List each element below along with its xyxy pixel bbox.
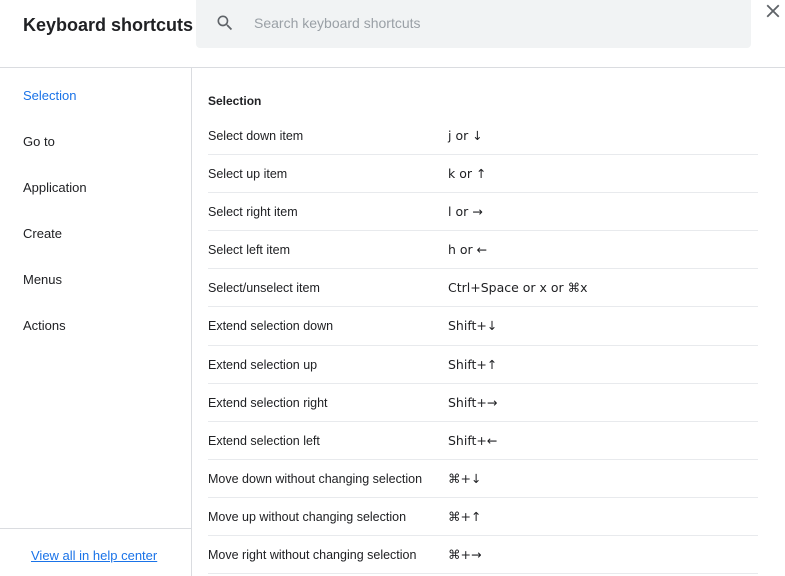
shortcut-action: Extend selection down xyxy=(208,319,334,334)
shortcut-action: Select/unselect item xyxy=(208,281,320,296)
shortcut-action: Select up item xyxy=(208,167,288,182)
section-title: Selection xyxy=(208,94,262,108)
shortcut-row: Move up without changing selection ⌘+↑ xyxy=(208,498,758,537)
shortcut-keys: ⌘+↓ xyxy=(448,470,482,486)
shortcut-keys: Shift+↓ xyxy=(448,318,498,334)
shortcut-keys: Ctrl+Space or x or ⌘x xyxy=(448,280,588,296)
shortcut-keys: ⌘+↑ xyxy=(448,508,482,524)
shortcuts-panel: Selection Select down item j or ↓ Select… xyxy=(192,68,785,576)
dialog-header: Keyboard shortcuts xyxy=(0,0,785,68)
shortcut-action: Move down without changing selection xyxy=(208,471,423,486)
search-icon xyxy=(217,15,233,31)
sidebar-item-create[interactable]: Create xyxy=(23,226,62,242)
shortcut-action: Extend selection right xyxy=(208,395,328,410)
dialog-title: Keyboard shortcuts xyxy=(23,15,194,35)
shortcut-action: Move up without changing selection xyxy=(208,509,407,524)
shortcut-action: Select right item xyxy=(208,205,298,220)
search-input[interactable] xyxy=(254,0,734,46)
shortcut-row: Extend selection right Shift+→ xyxy=(208,384,758,422)
shortcut-row: Select up item k or ↑ xyxy=(208,155,758,194)
shortcut-row: Move down without changing selection ⌘+↓ xyxy=(208,460,758,498)
shortcut-action: Extend selection up xyxy=(208,357,318,372)
sidebar: Selection Go to Application Create Menus… xyxy=(0,68,192,576)
shortcut-row: Move right without changing selection ⌘+… xyxy=(208,536,758,575)
shortcut-row: Extend selection left Shift+← xyxy=(208,422,758,460)
shortcut-keys: j or ↓ xyxy=(448,128,483,143)
sidebar-item-application[interactable]: Application xyxy=(23,180,87,196)
shortcut-keys: Shift+↑ xyxy=(448,356,498,372)
sidebar-item-actions[interactable]: Actions xyxy=(23,318,66,334)
help-center-link[interactable]: View all in help center xyxy=(31,548,157,564)
sidebar-item-menus[interactable]: Menus xyxy=(23,272,62,288)
sidebar-footer: View all in help center xyxy=(0,528,191,576)
shortcut-row: Extend selection up Shift+↑ xyxy=(208,346,758,384)
shortcut-keys: l or → xyxy=(448,204,483,220)
shortcut-row: Select/unselect item Ctrl+Space or x or … xyxy=(208,269,758,308)
shortcut-action: Select down item xyxy=(208,129,304,143)
shortcut-row: Select right item l or → xyxy=(208,193,758,232)
shortcut-list: Select down item j or ↓ Select up item k… xyxy=(208,117,758,575)
shortcut-keys: k or ↑ xyxy=(448,166,487,182)
shortcut-action: Extend selection left xyxy=(208,433,320,448)
sidebar-item-selection[interactable]: Selection xyxy=(23,88,76,104)
shortcut-row: Extend selection down Shift+↓ xyxy=(208,307,758,346)
sidebar-item-go-to[interactable]: Go to xyxy=(23,134,55,150)
shortcut-keys: h or ← xyxy=(448,242,488,258)
shortcut-keys: Shift+→ xyxy=(448,394,498,410)
close-icon[interactable] xyxy=(762,0,784,22)
shortcut-action: Select left item xyxy=(208,243,290,258)
shortcut-row: Select left item h or ← xyxy=(208,231,758,270)
shortcut-action: Move right without changing selection xyxy=(208,548,417,563)
shortcut-keys: Shift+← xyxy=(448,432,498,448)
shortcut-keys: ⌘+→ xyxy=(448,547,482,563)
search-box[interactable] xyxy=(196,0,751,48)
shortcut-row: Select down item j or ↓ xyxy=(208,117,758,156)
